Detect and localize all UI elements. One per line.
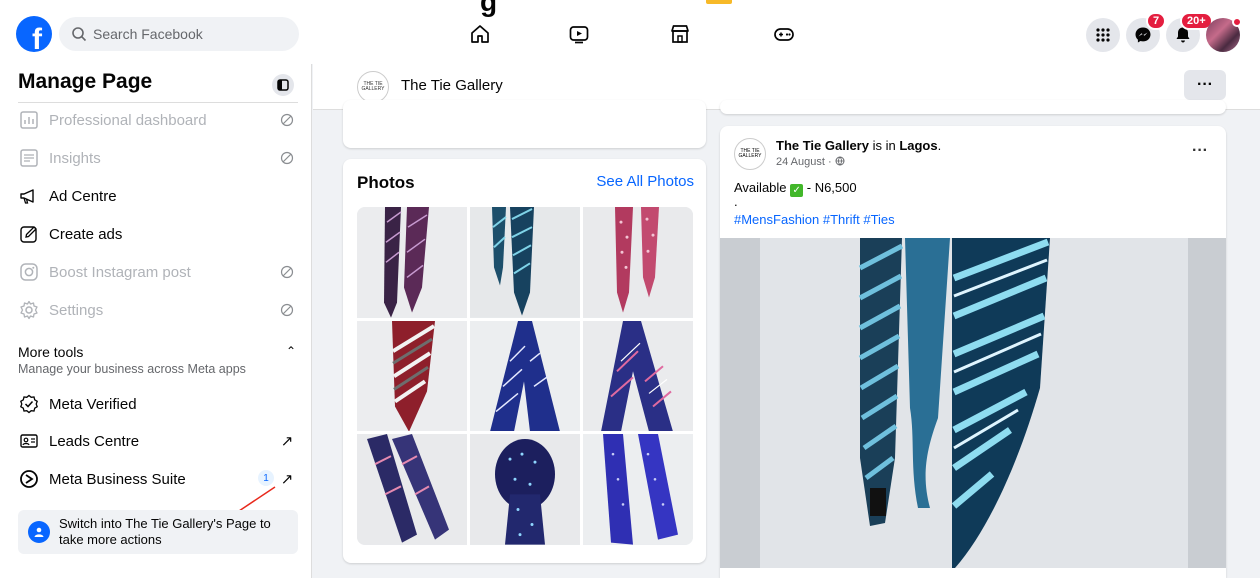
photo-thumbnail[interactable] (470, 207, 580, 318)
facebook-logo[interactable]: f (16, 16, 52, 52)
switch-profile-banner[interactable]: Switch into The Tie Gallery's Page to ta… (18, 510, 298, 554)
post-location[interactable]: Lagos (899, 138, 937, 153)
photo-thumbnail[interactable] (583, 320, 693, 432)
post-author-avatar[interactable]: THE TIE GALLERY (734, 138, 766, 170)
sidebar-item-label: Settings (49, 301, 104, 319)
sidebar-item-settings[interactable]: Settings (18, 295, 300, 325)
search-box[interactable] (59, 17, 299, 51)
sidebar-item-label: Meta Business Suite (49, 470, 186, 488)
page-logo[interactable]: THE TIE GALLERY (357, 71, 389, 103)
page-more-button[interactable]: ··· (1184, 70, 1226, 100)
post-connector: is in (868, 138, 900, 153)
sidebar-title: Manage Page (18, 70, 153, 93)
external-link-icon: ↗ (280, 433, 294, 450)
messenger-button[interactable]: 7 (1126, 12, 1167, 52)
active-tab-indicator (706, 0, 732, 4)
leads-icon (18, 430, 40, 452)
post-author[interactable]: The Tie Gallery (776, 138, 869, 153)
top-navigation-bar: f g 7 20+ (0, 0, 1260, 64)
post-date[interactable]: 24 August · (776, 156, 845, 168)
photo-thumbnail[interactable] (357, 320, 467, 432)
post-hashtags[interactable]: #MensFashion #Thrift #Ties (734, 212, 895, 227)
sidebar-item-professional-dashboard[interactable]: Professional dashboard (18, 105, 300, 135)
photo-thumbnail[interactable] (470, 320, 580, 432)
manage-page-sidebar: Manage Page Professional dashboard Insig… (0, 64, 312, 578)
messenger-icon (1135, 27, 1151, 43)
pencil-icon (18, 223, 40, 245)
photo-grid (357, 207, 693, 545)
photos-title: Photos (357, 173, 415, 192)
post-date-text: 24 August · (776, 156, 835, 168)
sidebar-item-ad-centre[interactable]: Ad Centre (18, 181, 300, 211)
post-options-button[interactable]: ··· (1192, 142, 1208, 160)
post-image[interactable] (720, 238, 1226, 568)
megaphone-icon (18, 185, 40, 207)
photo-thumbnail[interactable] (583, 207, 693, 318)
collapse-sidebar-icon[interactable] (272, 74, 294, 96)
previous-post-card (720, 100, 1226, 114)
sidebar-item-create-ads[interactable]: Create ads (18, 219, 300, 249)
sidebar-item-label: Insights (49, 149, 101, 167)
unavailable-icon (278, 263, 296, 281)
verified-icon (18, 393, 40, 415)
photo-thumbnail[interactable] (357, 434, 467, 545)
messenger-badge: 7 (1146, 12, 1167, 30)
home-icon[interactable] (468, 22, 492, 46)
dashboard-icon (18, 109, 40, 131)
more-tools-subtitle: Manage your business across Meta apps (18, 362, 246, 376)
photo-thumbnail[interactable] (357, 207, 467, 318)
sidebar-item-label: Ad Centre (49, 187, 117, 205)
photo-thumbnail[interactable] (583, 434, 693, 545)
sidebar-item-meta-verified[interactable]: Meta Verified (18, 389, 300, 419)
account-status-dot (1232, 17, 1242, 27)
intro-card (343, 100, 706, 148)
post-card: THE TIE GALLERY The Tie Gallery is in La… (720, 126, 1226, 578)
search-icon (72, 27, 87, 42)
see-all-photos-link[interactable]: See All Photos (596, 173, 694, 190)
post-header: The Tie Gallery is in Lagos. (776, 138, 942, 153)
unavailable-icon (278, 301, 296, 319)
post-text-dot: . (734, 194, 738, 209)
unavailable-icon (278, 111, 296, 129)
sidebar-item-label: Professional dashboard (49, 111, 207, 129)
page-name[interactable]: The Tie Gallery (401, 77, 503, 94)
sidebar-item-label: Boost Instagram post (49, 263, 191, 281)
sidebar-item-label: Create ads (49, 225, 123, 243)
sidebar-item-label: Meta Verified (49, 395, 137, 413)
sidebar-item-insights[interactable]: Insights (18, 143, 300, 173)
sidebar-divider (18, 102, 298, 103)
gaming-icon[interactable] (772, 22, 796, 46)
sidebar-item-leads-centre[interactable]: Leads Centre ↗ (18, 426, 300, 456)
photo-thumbnail[interactable] (470, 434, 580, 545)
sidebar-item-boost-instagram[interactable]: Boost Instagram post (18, 257, 300, 287)
insights-icon (18, 147, 40, 169)
chevron-up-icon[interactable]: ⌃ (286, 344, 296, 358)
switch-profile-text: Switch into The Tie Gallery's Page to ta… (59, 516, 271, 547)
search-input[interactable] (93, 26, 283, 42)
switch-profile-icon (28, 521, 50, 543)
facebook-logo-letter: f (32, 23, 42, 53)
instagram-icon (18, 261, 40, 283)
video-icon[interactable] (567, 22, 591, 46)
marketplace-icon[interactable] (668, 22, 692, 46)
post-text-start: Available (734, 180, 791, 195)
post-price: - N6,500 (803, 180, 857, 195)
sidebar-item-label: Leads Centre (49, 432, 140, 450)
more-tools-heading: More tools (18, 344, 84, 360)
check-mark-icon: ✓ (790, 184, 804, 197)
gear-icon (18, 299, 40, 321)
menu-grid-icon[interactable] (1086, 18, 1120, 52)
globe-icon (835, 156, 845, 166)
photos-card: Photos See All Photos (343, 159, 706, 563)
post-text: Available ✓ - N6,500 (734, 180, 857, 197)
cut-off-heading: g (480, 0, 498, 17)
unavailable-icon (278, 149, 296, 167)
notifications-button[interactable]: 20+ (1166, 12, 1213, 52)
external-link-icon: ↗ (280, 471, 294, 488)
business-suite-icon (18, 468, 40, 490)
